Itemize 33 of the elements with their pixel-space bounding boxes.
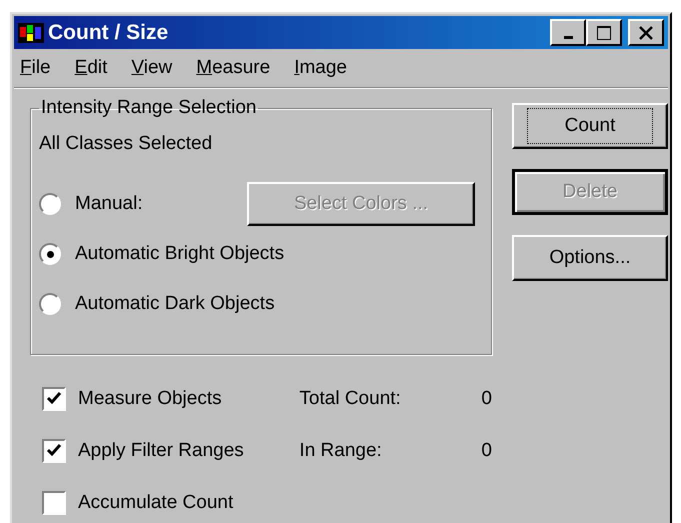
radio-label: Manual: — [75, 193, 144, 215]
stat-value: 0 — [481, 388, 492, 410]
status-text: All Classes Selected — [39, 133, 214, 155]
stat-label: In Range: — [299, 440, 383, 462]
radio-button[interactable] — [39, 243, 61, 265]
checkbox-label: Apply Filter Ranges — [78, 440, 244, 462]
checkbox[interactable] — [42, 387, 66, 411]
radio-button[interactable] — [39, 193, 61, 215]
window-title: Count / Size — [48, 20, 170, 44]
checkbox[interactable] — [42, 439, 66, 463]
group-title: Intensity Range Selection — [40, 97, 258, 119]
close-icon — [638, 24, 654, 40]
close-button[interactable] — [628, 19, 664, 46]
stat-value: 0 — [481, 440, 492, 462]
action-button[interactable]: Options... — [512, 235, 668, 281]
checkbox-label: Accumulate Count — [78, 492, 234, 514]
menu-item[interactable]: Measure — [196, 57, 270, 79]
radio-button[interactable] — [39, 293, 61, 315]
stat-label: Total Count: — [299, 388, 402, 410]
checkbox[interactable] — [42, 491, 66, 515]
minimize-button[interactable] — [550, 19, 586, 46]
radio-label: Automatic Dark Objects — [75, 293, 275, 315]
app-icon — [18, 20, 44, 44]
checkbox-label: Measure Objects — [78, 388, 222, 410]
action-button[interactable]: Count — [512, 103, 668, 149]
radio-label: Automatic Bright Objects — [75, 243, 284, 265]
menu-item[interactable]: File — [20, 57, 51, 79]
menu-item[interactable]: Image — [294, 57, 347, 79]
minimize-icon — [564, 36, 572, 39]
maximize-button[interactable] — [586, 19, 622, 46]
menu-item[interactable]: View — [131, 57, 172, 79]
menu-item[interactable]: Edit — [74, 57, 108, 79]
maximize-icon — [596, 24, 612, 40]
